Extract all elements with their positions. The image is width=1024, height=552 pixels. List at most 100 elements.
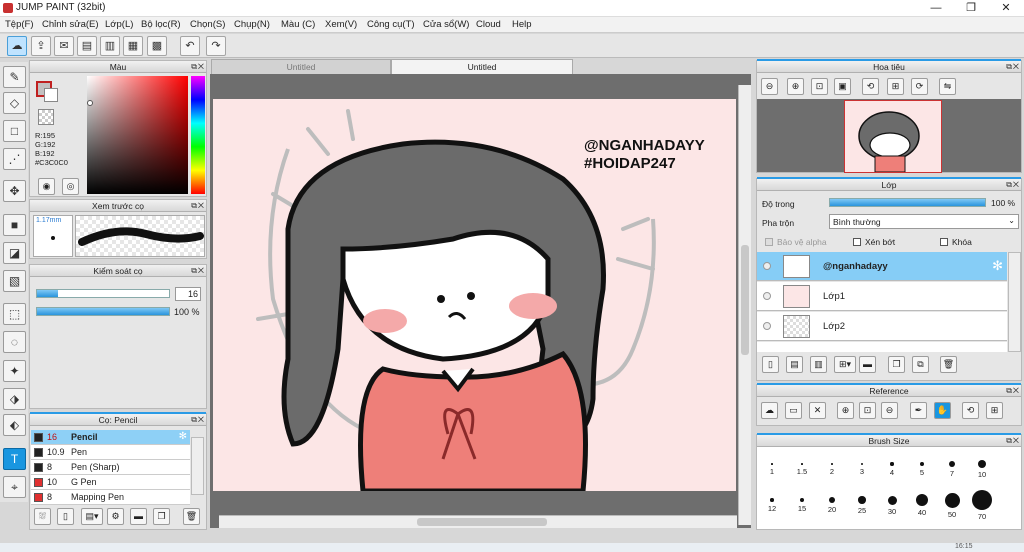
minimize-button[interactable]: —	[920, 0, 952, 17]
transparent-swatch[interactable]	[38, 109, 54, 125]
hand-icon[interactable]: ✋	[934, 402, 951, 419]
brush-size-option[interactable]: 30	[880, 488, 904, 516]
brush-size-value[interactable]: 16	[175, 287, 201, 301]
lock-checkbox[interactable]	[940, 238, 948, 246]
move-tool-icon[interactable]: ✥	[3, 180, 26, 202]
brush-size-option[interactable]: 40	[910, 488, 934, 517]
zoom-out-icon[interactable]: ⊖	[881, 402, 898, 419]
navigator-thumbnail[interactable]	[844, 100, 942, 173]
menu-color[interactable]: Màu (C)	[281, 19, 315, 30]
protect-alpha-checkbox[interactable]	[765, 238, 773, 246]
rotate-icon[interactable]: ⟲	[962, 402, 979, 419]
flip-icon[interactable]: ⇋	[939, 78, 956, 95]
operation-tool-icon[interactable]: ⌖	[3, 476, 26, 498]
actual-size-icon[interactable]: ▣	[834, 78, 851, 95]
merge-layer-icon[interactable]: ⧉	[912, 356, 929, 373]
open-folder-icon[interactable]: ▭	[785, 402, 802, 419]
new-layer-menu-icon[interactable]: ⊞▾	[834, 356, 856, 373]
brush-size-option[interactable]: 4	[880, 452, 904, 477]
share-icon[interactable]: ⇪	[31, 36, 51, 56]
panel-window-icons[interactable]: ⧉✕	[191, 62, 205, 72]
brush-size-option[interactable]: 20	[820, 488, 844, 514]
color-set-icon[interactable]: ◎	[62, 178, 79, 195]
gradient-tool-icon[interactable]: ▧	[3, 270, 26, 292]
rotate-right-icon[interactable]: ⟳	[911, 78, 928, 95]
visibility-icon[interactable]	[763, 262, 771, 270]
layer-row-nganhadayy[interactable]: @nganhadayy ✻	[757, 252, 1007, 281]
panel-window-icons[interactable]: ⧉✕	[191, 201, 205, 211]
color-picker-icon[interactable]: ◉	[38, 178, 55, 195]
select-rect-icon[interactable]: ⬚	[3, 303, 26, 325]
zoom-out-icon[interactable]: ⊖	[761, 78, 778, 95]
eraser-tool-icon[interactable]: ◇	[3, 92, 26, 114]
menu-tools[interactable]: Công cụ(T)	[367, 19, 415, 30]
zoom-in-icon[interactable]: ⊕	[837, 402, 854, 419]
visibility-icon[interactable]	[763, 322, 771, 330]
brush-size-option[interactable]: 15	[790, 488, 814, 513]
select-pen-icon[interactable]: ⬗	[3, 388, 26, 410]
brush-size-slider[interactable]	[36, 289, 170, 298]
menu-window[interactable]: Cửa sổ(W)	[423, 19, 469, 30]
saturation-value-picker[interactable]	[87, 76, 188, 194]
cloud-icon[interactable]: ☁	[7, 36, 27, 56]
color-cursor[interactable]	[87, 100, 93, 106]
hue-slider[interactable]	[191, 76, 205, 194]
brush-tool-icon[interactable]: ✎	[3, 66, 26, 88]
brush-size-option[interactable]: 10	[970, 452, 994, 479]
comment-icon[interactable]: ✉	[54, 36, 74, 56]
select-eraser-icon[interactable]: ⬖	[3, 414, 26, 436]
brush-size-option[interactable]: 70	[970, 488, 994, 521]
brush-size-option[interactable]: 5	[910, 452, 934, 477]
eyedropper-icon[interactable]: ✒	[910, 402, 927, 419]
menu-capture[interactable]: Chụp(N)	[234, 19, 270, 30]
menu-select[interactable]: Chọn(S)	[190, 19, 225, 30]
tab-untitled-2[interactable]: Untitled	[391, 59, 573, 74]
clipping-checkbox[interactable]	[853, 238, 861, 246]
delete-layer-icon[interactable]: 🗑	[940, 356, 957, 373]
brush-settings-icon[interactable]: ⚙	[107, 508, 124, 525]
panel-icon[interactable]: ▤	[77, 36, 97, 56]
new-layer-8bit-icon[interactable]: ▤	[786, 356, 803, 373]
new-brush-icon[interactable]: ▯	[57, 508, 74, 525]
new-layer-1bit-icon[interactable]: ▥	[810, 356, 827, 373]
reset-icon[interactable]: ⊞	[986, 402, 1003, 419]
redo-icon[interactable]: ↷	[206, 36, 226, 56]
brush-size-option[interactable]: 1.5	[790, 452, 814, 476]
navigator-view[interactable]	[757, 99, 1021, 173]
menu-help[interactable]: Help	[512, 19, 532, 30]
panel-window-icons[interactable]: ⧉✕	[1006, 62, 1020, 72]
menu-layer[interactable]: Lớp(L)	[105, 19, 133, 30]
panel-window-icons[interactable]: ⧉✕	[191, 415, 205, 425]
brush-size-option[interactable]: 12	[760, 488, 784, 513]
brush-item-pen-sharp[interactable]: 8 Pen (Sharp)	[31, 460, 190, 475]
brush-size-option[interactable]: 3	[850, 452, 874, 476]
zoom-in-icon[interactable]: ⊕	[787, 78, 804, 95]
folder-icon[interactable]: ▬	[130, 508, 147, 525]
gear-icon[interactable]: ✻	[992, 258, 1003, 274]
panel-window-icons[interactable]: ⧉✕	[1006, 180, 1020, 190]
brush-item-g-pen[interactable]: 10 G Pen	[31, 475, 190, 490]
close-icon[interactable]: ✕	[809, 402, 826, 419]
brush-size-option[interactable]: 50	[940, 488, 964, 519]
fit-icon[interactable]: ⊡	[811, 78, 828, 95]
menu-view[interactable]: Xem(V)	[325, 19, 357, 30]
brush-item-pen[interactable]: 10.9 Pen	[31, 445, 190, 460]
sub-color-swatch[interactable]	[44, 88, 58, 102]
menu-edit[interactable]: Chỉnh sửa(E)	[42, 19, 99, 30]
layer-opacity-slider[interactable]	[829, 198, 986, 207]
canvas-hscroll[interactable]	[219, 515, 737, 528]
vscroll-thumb[interactable]	[741, 245, 749, 355]
layer-list-scrollbar[interactable]	[1008, 252, 1021, 352]
duplicate-layer-icon[interactable]: ❐	[888, 356, 905, 373]
brush-size-option[interactable]: 2	[820, 452, 844, 476]
menu-file[interactable]: Tệp(F)	[5, 19, 34, 30]
layer-folder-icon[interactable]: ▬	[859, 356, 876, 373]
gear-icon[interactable]: ✻	[179, 431, 187, 442]
menu-filter[interactable]: Bộ lọc(R)	[141, 19, 181, 30]
brush-menu-icon[interactable]: ▤▾	[81, 508, 103, 525]
cloud-download-icon[interactable]: ⛆	[34, 508, 51, 525]
canvas-vscroll[interactable]	[738, 85, 751, 525]
cloud-icon[interactable]: ☁	[761, 402, 778, 419]
brush-size-option[interactable]: 1	[760, 452, 784, 476]
tab-untitled-1[interactable]: Untitled	[211, 59, 391, 74]
